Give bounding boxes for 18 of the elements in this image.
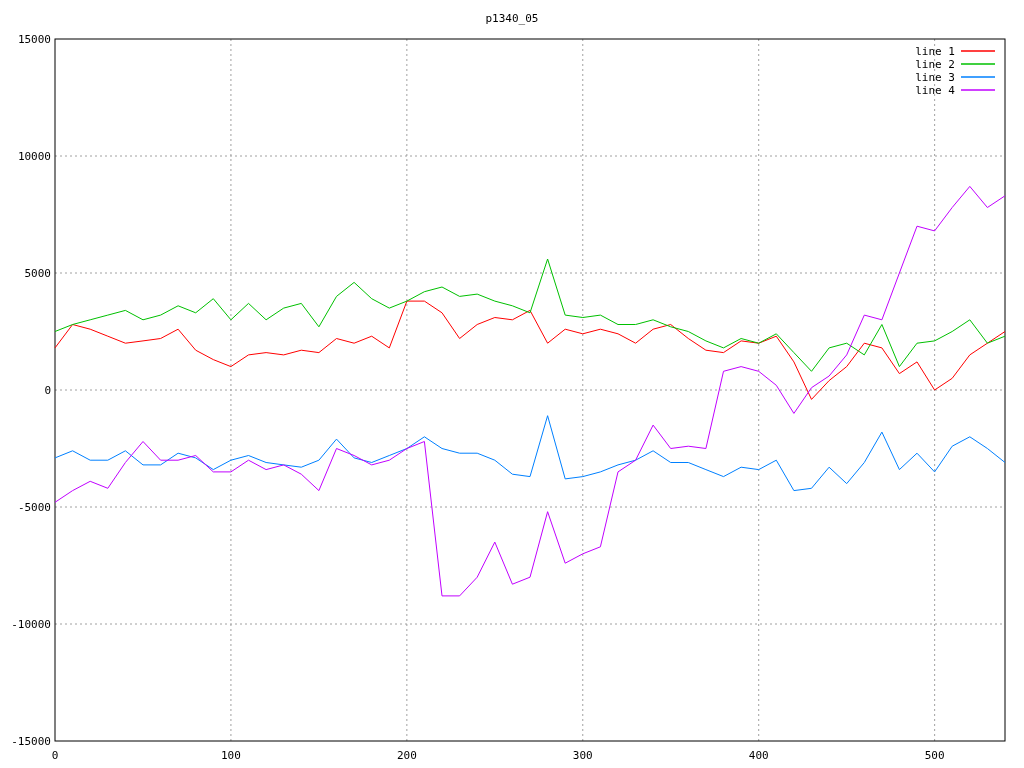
y-tick-label: -15000 xyxy=(11,735,51,748)
x-tick-label: 100 xyxy=(221,749,241,762)
y-tick-label: 10000 xyxy=(17,150,51,163)
x-tick-label: 0 xyxy=(51,749,59,762)
legend-label: line 3 xyxy=(915,70,955,84)
y-tick-label: -5000 xyxy=(17,501,51,514)
chart-title: p1340_05 xyxy=(485,12,539,25)
legend-label: line 2 xyxy=(915,57,955,71)
y-tick-label: 5000 xyxy=(24,267,51,280)
y-tick-label: 0 xyxy=(44,384,51,397)
x-tick-label: 300 xyxy=(572,749,593,762)
x-tick-label: 400 xyxy=(748,749,769,762)
legend-label: line 1 xyxy=(915,44,955,58)
y-tick-label: 15000 xyxy=(17,33,51,46)
y-tick-label: -10000 xyxy=(11,618,51,631)
x-tick-label: 500 xyxy=(924,749,945,762)
x-tick-label: 200 xyxy=(396,749,417,762)
legend-label: line 4 xyxy=(915,83,955,97)
